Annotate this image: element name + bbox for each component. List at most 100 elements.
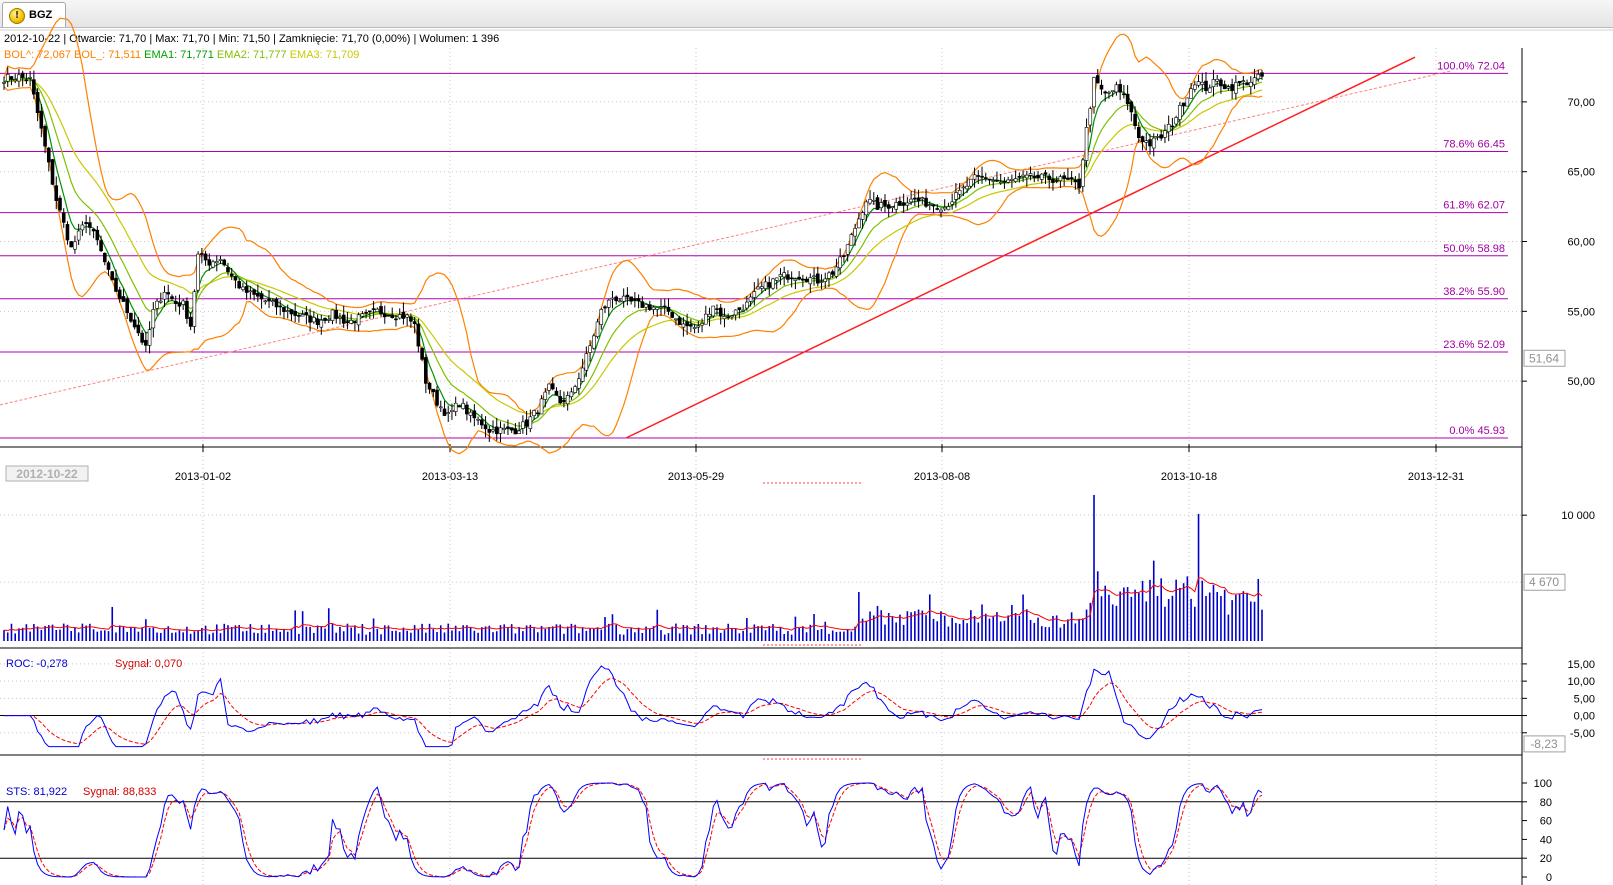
candle-body xyxy=(655,307,660,310)
candle-body xyxy=(405,314,409,318)
y-tick-label: 100 xyxy=(1534,778,1552,790)
candle-body xyxy=(614,296,619,302)
candle-body xyxy=(379,306,383,315)
candle-body xyxy=(793,278,798,281)
stock-chart[interactable]: 100.0% 72.04 78.6% 66.45 61.8% 62.07 50.0% … xyxy=(0,0,1613,885)
candle-body xyxy=(532,410,536,417)
candle-body xyxy=(1047,175,1052,181)
candle-body xyxy=(815,273,820,284)
candle-body xyxy=(129,312,133,322)
candle-body xyxy=(909,198,913,203)
candle-body xyxy=(789,277,794,280)
candle-body xyxy=(1066,177,1070,180)
candle-body xyxy=(1084,127,1089,161)
candle-body xyxy=(1222,84,1227,90)
candle-body xyxy=(644,304,648,308)
candle-body xyxy=(28,77,32,79)
y-tick-label: 0 xyxy=(1546,872,1552,884)
candle-body xyxy=(211,261,215,268)
candle-body xyxy=(401,311,406,319)
candle-body xyxy=(980,175,984,178)
candle-body xyxy=(946,206,951,211)
candle-body xyxy=(341,314,346,324)
candle-body xyxy=(1166,124,1171,133)
fibonacci-label: 50.0% 58.98 xyxy=(1443,243,1505,255)
candle-body xyxy=(278,305,283,308)
candle-body xyxy=(84,222,88,225)
candle-body xyxy=(457,405,462,408)
candle-body xyxy=(1237,80,1242,84)
candle-body xyxy=(689,324,693,327)
candle-body xyxy=(1211,79,1216,87)
candle-body xyxy=(718,307,723,317)
candle-body xyxy=(476,418,480,421)
candle-body xyxy=(394,318,398,321)
candle-body xyxy=(110,271,115,281)
candle-body xyxy=(289,309,294,315)
candle-body xyxy=(1017,176,1022,178)
candle-body xyxy=(1058,176,1063,182)
candle-body xyxy=(629,296,633,302)
candle-body xyxy=(703,313,708,325)
candle-body xyxy=(386,314,391,317)
candle-body xyxy=(192,291,197,327)
candle-body xyxy=(465,404,469,415)
candle-body xyxy=(1073,179,1078,183)
candle-body xyxy=(618,300,622,303)
candle-body xyxy=(1151,137,1156,149)
candle-body xyxy=(80,224,85,231)
candle-body xyxy=(692,327,697,329)
candle-body xyxy=(140,332,144,343)
candle-body xyxy=(539,398,544,415)
candle-body xyxy=(1185,97,1190,107)
candle-body xyxy=(200,253,204,255)
candle-body xyxy=(797,276,801,280)
fibonacci-label: 61.8% 62.07 xyxy=(1443,200,1505,212)
candle-body xyxy=(1260,72,1264,77)
y-tick-label: 55,00 xyxy=(1567,306,1595,318)
candle-body xyxy=(845,244,850,255)
volume-value-label: 4 670 xyxy=(1529,575,1559,589)
candle-body xyxy=(1021,174,1025,177)
candle-body xyxy=(226,267,230,273)
candle-body xyxy=(599,309,604,325)
candle-body xyxy=(360,313,365,317)
y-tick-label: 60,00 xyxy=(1567,237,1595,249)
candle-body xyxy=(521,421,525,429)
candle-body xyxy=(1207,87,1212,93)
candle-body xyxy=(860,212,865,220)
candle-body xyxy=(916,197,921,202)
candle-body xyxy=(730,315,734,318)
candle-body xyxy=(24,79,29,82)
candle-body xyxy=(998,181,1003,184)
candle-body xyxy=(356,314,361,326)
candle-body xyxy=(603,306,607,309)
candle-body xyxy=(297,314,301,317)
candle-body xyxy=(1054,180,1059,182)
candle-body xyxy=(950,201,954,205)
bollinger-lower xyxy=(3,86,1263,455)
candle-body xyxy=(102,252,107,263)
candle-body xyxy=(715,308,719,310)
candle-body xyxy=(939,209,943,213)
candle-body xyxy=(76,230,81,241)
candle-body xyxy=(256,292,260,297)
candle-body xyxy=(491,429,495,432)
candle-body xyxy=(166,292,171,295)
candle-body xyxy=(1155,136,1160,138)
candle-body xyxy=(43,125,47,147)
candle-body xyxy=(170,296,174,299)
candle-body xyxy=(1140,136,1145,143)
candle-body xyxy=(1010,179,1014,181)
candle-body xyxy=(1013,178,1018,182)
candle-body xyxy=(681,323,686,328)
candle-body xyxy=(913,197,917,200)
candle-body xyxy=(207,259,212,266)
candle-body xyxy=(931,204,936,207)
candle-body xyxy=(961,186,966,189)
candle-body xyxy=(808,277,813,285)
candle-body xyxy=(700,323,704,326)
candle-body xyxy=(409,316,413,322)
candle-body xyxy=(1170,125,1175,128)
candle-body xyxy=(842,255,846,257)
